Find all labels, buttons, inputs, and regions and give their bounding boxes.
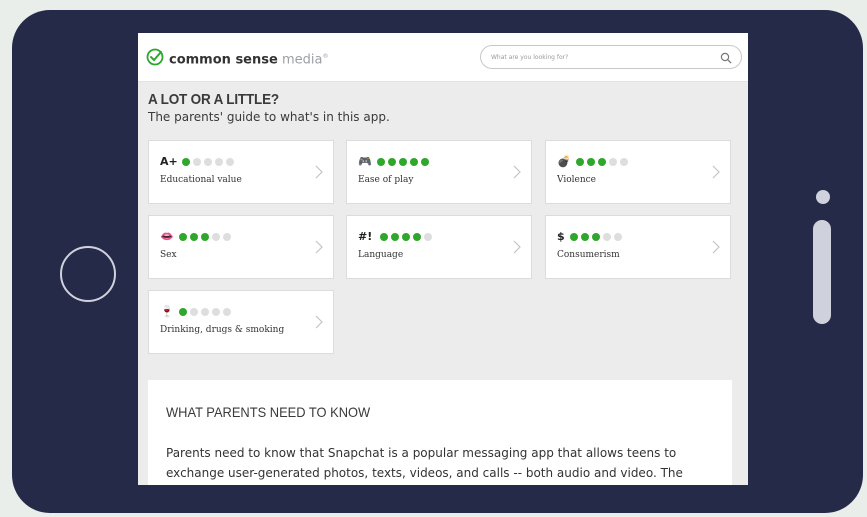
rating-dot-empty bbox=[424, 233, 432, 241]
rating-dot-filled bbox=[380, 233, 388, 241]
home-button[interactable] bbox=[60, 246, 116, 302]
rating-label: Drinking, drugs & smoking bbox=[160, 325, 285, 335]
rating-dot-empty bbox=[223, 308, 231, 316]
rating-label: Sex bbox=[160, 250, 177, 260]
rating-card-violence[interactable]: 💣 Violence bbox=[545, 140, 731, 204]
rating-label: Language bbox=[358, 250, 404, 260]
rating-dot-filled bbox=[576, 158, 584, 166]
check-circle-icon bbox=[146, 48, 164, 66]
rating-dot-empty bbox=[614, 233, 622, 241]
search-box[interactable] bbox=[480, 45, 742, 69]
rating-dot-filled bbox=[391, 233, 399, 241]
camera-dot bbox=[816, 190, 830, 204]
rating-dot-empty bbox=[190, 308, 198, 316]
rating-dots bbox=[380, 233, 432, 241]
chevron-right-icon[interactable] bbox=[712, 240, 720, 254]
rating-dot-filled bbox=[402, 233, 410, 241]
rating-dot-empty bbox=[226, 158, 234, 166]
rating-dot-filled bbox=[377, 158, 385, 166]
rating-dot-filled bbox=[388, 158, 396, 166]
parents-info-panel: WHAT PARENTS NEED TO KNOW Parents need t… bbox=[148, 380, 732, 485]
rating-label: Consumerism bbox=[557, 250, 620, 260]
info-body: Parents need to know that Snapchat is a … bbox=[166, 446, 683, 480]
rating-dot-filled bbox=[413, 233, 421, 241]
rating-dot-filled bbox=[592, 233, 600, 241]
chevron-right-icon[interactable] bbox=[712, 165, 720, 179]
rating-icon: A+ bbox=[160, 155, 178, 168]
rating-dot-filled bbox=[598, 158, 606, 166]
chevron-right-icon[interactable] bbox=[315, 315, 323, 329]
info-title: WHAT PARENTS NEED TO KNOW bbox=[166, 404, 371, 420]
chevron-right-icon[interactable] bbox=[315, 165, 323, 179]
rating-card-ease-of-play[interactable]: 🎮 Ease of play bbox=[346, 140, 532, 204]
brand-logo[interactable]: common sense media® bbox=[169, 48, 328, 69]
rating-dots bbox=[182, 158, 234, 166]
app-screen: common sense media® A LOT OR A LITTLE? T… bbox=[138, 33, 748, 485]
rating-dot-empty bbox=[193, 158, 201, 166]
top-bar: common sense media® bbox=[138, 33, 748, 82]
search-input[interactable] bbox=[491, 50, 711, 65]
rating-icon: 👄 bbox=[160, 230, 174, 243]
page-title: A LOT OR A LITTLE? bbox=[148, 91, 279, 108]
rating-dot-filled bbox=[190, 233, 198, 241]
rating-card-educational-value[interactable]: A+ Educational value bbox=[148, 140, 334, 204]
rating-card-sex[interactable]: 👄 Sex bbox=[148, 215, 334, 279]
rating-card-language[interactable]: #! Language bbox=[346, 215, 532, 279]
rating-dot-filled bbox=[570, 233, 578, 241]
rating-dot-filled bbox=[182, 158, 190, 166]
rating-dot-empty bbox=[201, 308, 209, 316]
brand-light: media bbox=[281, 52, 323, 68]
rating-card-drinking-drugs-smoking[interactable]: 🍷 Drinking, drugs & smoking bbox=[148, 290, 334, 354]
rating-label: Violence bbox=[557, 175, 597, 185]
page-subtitle: The parents' guide to what's in this app… bbox=[148, 110, 390, 124]
rating-dot-empty bbox=[215, 158, 223, 166]
rating-icon: 💣 bbox=[557, 155, 571, 168]
brand-mark: ® bbox=[322, 53, 329, 60]
rating-dot-filled bbox=[179, 233, 187, 241]
rating-dots bbox=[570, 233, 622, 241]
chevron-right-icon[interactable] bbox=[315, 240, 323, 254]
chevron-right-icon[interactable] bbox=[513, 240, 521, 254]
rating-dot-empty bbox=[212, 308, 220, 316]
rating-dot-filled bbox=[399, 158, 407, 166]
rating-dot-filled bbox=[410, 158, 418, 166]
rating-dots bbox=[576, 158, 628, 166]
rating-dots bbox=[179, 308, 231, 316]
rating-dot-filled bbox=[421, 158, 429, 166]
rating-dot-filled bbox=[581, 233, 589, 241]
rating-dot-filled bbox=[179, 308, 187, 316]
chevron-right-icon[interactable] bbox=[513, 165, 521, 179]
search-icon[interactable] bbox=[720, 52, 732, 64]
rating-dot-empty bbox=[603, 233, 611, 241]
rating-dot-empty bbox=[609, 158, 617, 166]
speaker-slot bbox=[813, 220, 831, 324]
rating-label: Ease of play bbox=[358, 175, 414, 185]
rating-icon: #! bbox=[358, 230, 373, 243]
rating-dot-empty bbox=[223, 233, 231, 241]
rating-label: Educational value bbox=[160, 175, 242, 185]
rating-dot-filled bbox=[587, 158, 595, 166]
rating-dot-empty bbox=[204, 158, 212, 166]
rating-icon: 🎮 bbox=[358, 155, 372, 168]
brand-bold: common sense bbox=[169, 52, 278, 68]
rating-card-consumerism[interactable]: $ Consumerism bbox=[545, 215, 731, 279]
rating-dots bbox=[179, 233, 231, 241]
rating-dot-filled bbox=[201, 233, 209, 241]
rating-dot-empty bbox=[620, 158, 628, 166]
rating-icon: 🍷 bbox=[160, 305, 174, 318]
rating-icon: $ bbox=[557, 230, 565, 243]
rating-dots bbox=[377, 158, 429, 166]
rating-dot-empty bbox=[212, 233, 220, 241]
